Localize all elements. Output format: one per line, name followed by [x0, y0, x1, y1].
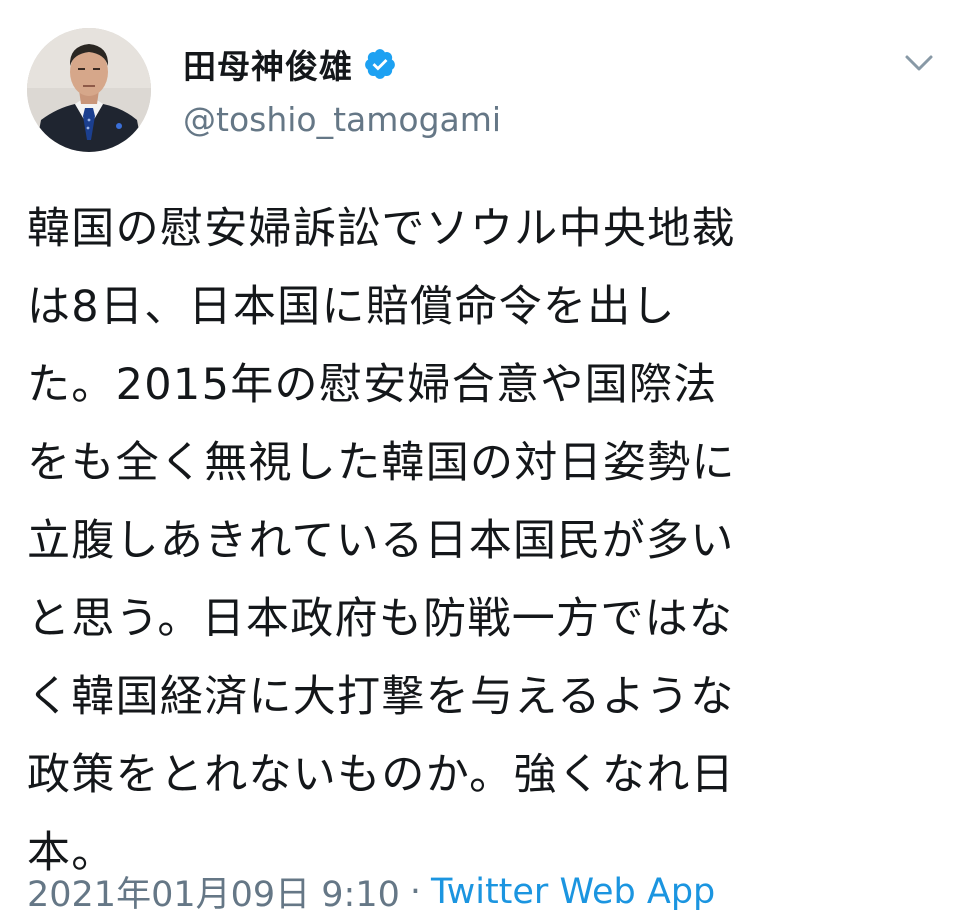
tweet-timestamp[interactable]: 2021年01月09日 9:10 — [27, 866, 400, 917]
tweet-header: 田母神俊雄 @toshio_tamogami — [0, 0, 960, 170]
author-handle[interactable]: @toshio_tamogami — [183, 100, 501, 139]
author-name-row: 田母神俊雄 — [183, 40, 397, 88]
profile-photo — [27, 28, 151, 152]
tweet-card: 田母神俊雄 @toshio_tamogami 韓国の慰安婦訴訟でソウル中央地裁 … — [0, 0, 960, 915]
verified-badge-icon — [363, 47, 397, 81]
avatar[interactable] — [27, 28, 151, 152]
chevron-down-icon[interactable] — [901, 50, 937, 76]
tweet-text: 韓国の慰安婦訴訟でソウル中央地裁 は8日、日本国に賠償命令を出し た。2015年… — [27, 204, 736, 878]
author-display-name[interactable]: 田母神俊雄 — [183, 40, 353, 88]
tweet-meta: 2021年01月09日 9:10 · Twitter Web App — [27, 866, 715, 917]
